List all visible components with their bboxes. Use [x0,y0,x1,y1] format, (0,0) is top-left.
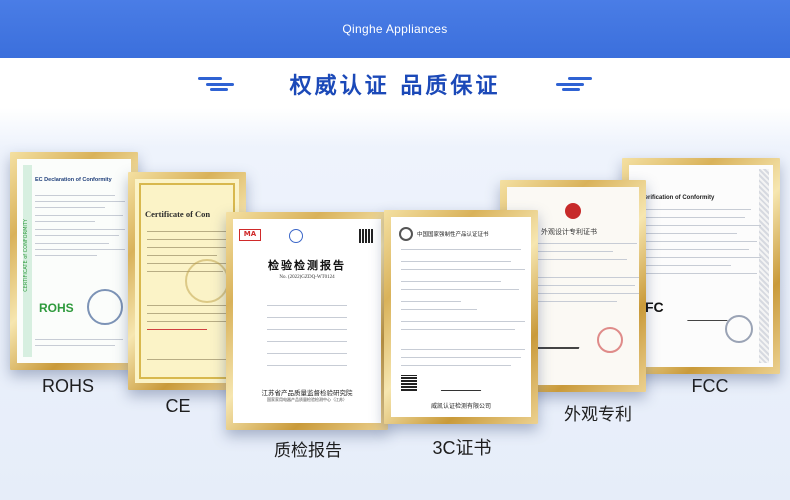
certificate-issuer: 威凯认证检测有限公司 [430,403,491,410]
certificate-heading: EC Declaration of Conformity [35,177,112,183]
rohs-mark: ROHS [39,301,74,315]
signature-icon [440,379,486,391]
fcc-mark: FC [645,299,664,315]
caption-fcc: FCC [691,376,729,396]
certificate-3c: 中国国家强制性产品认证证书 威凯认证检测有限公司 [384,210,538,424]
certificate-heading: 外观设计专利证书 [541,228,597,236]
certificate-side-text: CERTIFICATE of CONFORMITY [23,219,29,292]
seal-icon [87,289,123,325]
certificate-heading: Verification of Conformity [641,195,715,201]
report-issuer-subtitle: 国家家用电器产品质量检验检测中心（江苏） [267,397,347,402]
brand-name: Qinghe Appliances [342,22,448,36]
section-title: 权威认证 品质保证 [289,74,501,99]
cnas-logo-icon [289,229,303,243]
seal-icon [725,315,753,343]
qr-code-icon [359,229,373,243]
certificate-heading: Certificate of Con [145,209,211,219]
watermark-icon [185,259,229,303]
caption-3c: 3C证书 [432,438,492,458]
report-heading: 检验检测报告 [268,259,346,272]
signature-icon [534,335,584,349]
ccc-logo-icon [399,227,413,241]
caption-ce: CE [165,396,191,416]
signature-icon [687,311,731,321]
certificate-rohs: CERTIFICATE of CONFORMITY EC Declaration… [10,152,138,370]
qr-code-icon [401,375,417,391]
report-number: No. (2022)GZDQ-WT0124 [279,275,335,280]
certificate-side-band [759,169,769,363]
patent-emblem-icon [565,203,581,219]
caption-design-patent: 外观专利 [564,405,632,425]
left-decoration-icon [196,76,238,92]
seal-icon [597,327,623,353]
top-banner: Qinghe Appliances [0,0,790,58]
right-decoration-icon [552,76,594,92]
caption-quality-report: 质检报告 [274,441,342,461]
certificate-heading: 中国国家强制性产品认证证书 [417,232,489,238]
cma-logo-icon: MA [239,229,261,241]
certificate-quality-report: MA 检验检测报告 No. (2022)GZDQ-WT0124 江苏省产品质量监… [226,212,388,430]
report-issuer: 江苏省产品质量监督检验研究院 [261,389,353,397]
caption-rohs: ROHS [41,376,94,396]
section-title-row: 权威认证 品质保证 [0,58,790,110]
